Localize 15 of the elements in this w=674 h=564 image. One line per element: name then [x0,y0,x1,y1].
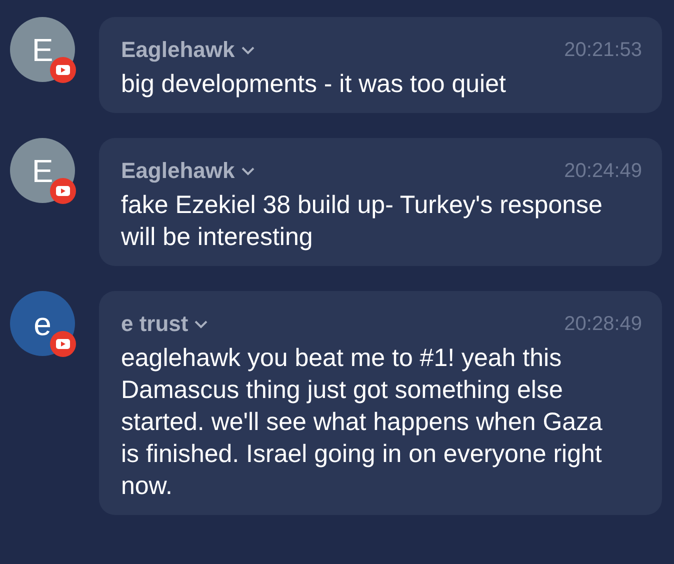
message-text: fake Ezekiel 38 build up- Turkey's response will be interesting [121,190,604,253]
author-name[interactable]: Eaglehawk [121,157,255,185]
timestamp: 20:28:49 [564,312,642,337]
timestamp: 20:21:53 [564,38,642,63]
message-text: big developments - it was too quiet [121,69,507,100]
chevron-down-icon [194,320,208,328]
author-name[interactable]: Eaglehawk [121,36,255,64]
chevron-down-icon [240,46,255,54]
author-name[interactable]: e trust [121,310,208,338]
chevron-down-icon [240,166,255,176]
message-text: eaglehawk you beat me to #1! yeah this Damascus thing just got something else started. we'll see what happens when Gaza is finished. Israel going in on everyone right now. [121,343,604,502]
timestamp: 20:24:49 [564,159,642,184]
video-badge-icon [50,57,76,83]
video-badge-icon [50,178,76,204]
video-badge-icon [50,331,76,357]
